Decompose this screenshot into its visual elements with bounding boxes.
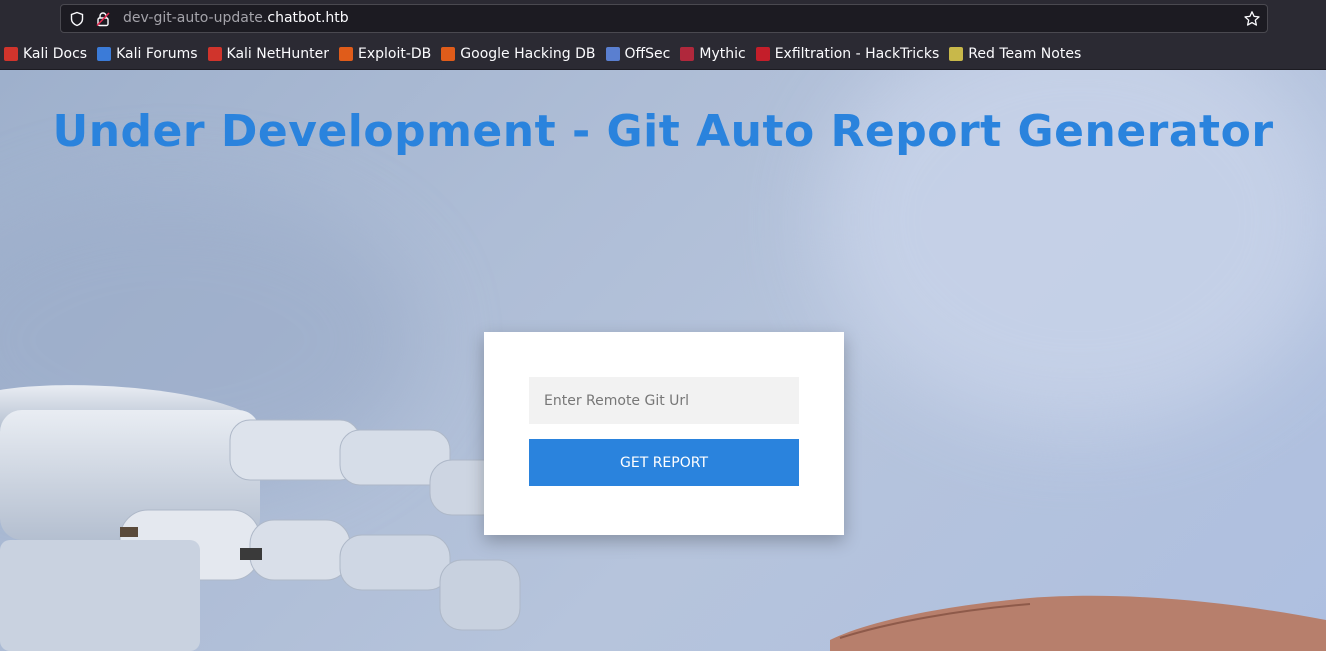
bookmark-label: Google Hacking DB (460, 46, 596, 62)
insecure-lock-icon[interactable] (95, 11, 111, 27)
git-url-input[interactable] (529, 377, 799, 424)
bookmark-item[interactable]: Kali Docs (0, 42, 93, 66)
bookmark-label: Kali NetHunter (226, 46, 329, 62)
bookmarks-toolbar: Kali Docs Kali Forums Kali NetHunter Exploi… (0, 42, 1326, 66)
page-title: Under Development - Git Auto Report Gene… (52, 106, 1274, 157)
bookmark-item[interactable]: Kali NetHunter (204, 42, 335, 66)
hacktricks-icon (755, 47, 770, 61)
bookmark-item[interactable]: Kali Forums (93, 42, 203, 66)
bookmark-label: Red Team Notes (968, 46, 1082, 62)
bookmark-label: Kali Forums (116, 46, 198, 62)
bookmark-label: Exploit-DB (357, 46, 432, 62)
bookmark-label: OffSec (624, 46, 671, 62)
bookmark-item[interactable]: Red Team Notes (945, 42, 1087, 66)
ghdb-icon (441, 47, 456, 61)
red-team-notes-icon (949, 47, 964, 61)
bookmark-item[interactable]: Exploit-DB (335, 42, 437, 66)
get-report-button[interactable]: GET REPORT (529, 439, 799, 486)
bookmark-label: Mythic (699, 46, 746, 62)
offsec-icon (605, 47, 620, 61)
browser-chrome: dev-git-auto-update.chatbot.htb Kali Doc… (0, 0, 1326, 70)
bookmark-item[interactable]: Google Hacking DB (437, 42, 601, 66)
bookmark-star-icon[interactable] (1243, 10, 1261, 28)
human-hand-image (830, 595, 1326, 651)
address-bar[interactable]: dev-git-auto-update.chatbot.htb (60, 4, 1268, 33)
url-text[interactable]: dev-git-auto-update.chatbot.htb (123, 10, 349, 26)
bookmark-label: Exfiltration - HackTricks (774, 46, 940, 62)
page-viewport: Under Development - Git Auto Report Gene… (0, 70, 1326, 651)
kali-nethunter-icon (207, 47, 222, 61)
bookmark-item[interactable]: Mythic (676, 42, 751, 66)
bookmark-item[interactable]: OffSec (602, 42, 677, 66)
url-domain: chatbot.htb (267, 10, 349, 26)
mythic-icon (680, 47, 695, 61)
report-form-card: GET REPORT (484, 332, 844, 535)
exploit-db-icon (338, 47, 353, 61)
kali-forums-icon (97, 47, 112, 61)
bookmark-item[interactable]: Exfiltration - HackTricks (752, 42, 946, 66)
url-subdomain: dev-git-auto-update. (123, 10, 268, 26)
bookmark-label: Kali Docs (23, 46, 88, 62)
shield-icon[interactable] (69, 11, 85, 27)
kali-docs-icon (4, 47, 18, 61)
